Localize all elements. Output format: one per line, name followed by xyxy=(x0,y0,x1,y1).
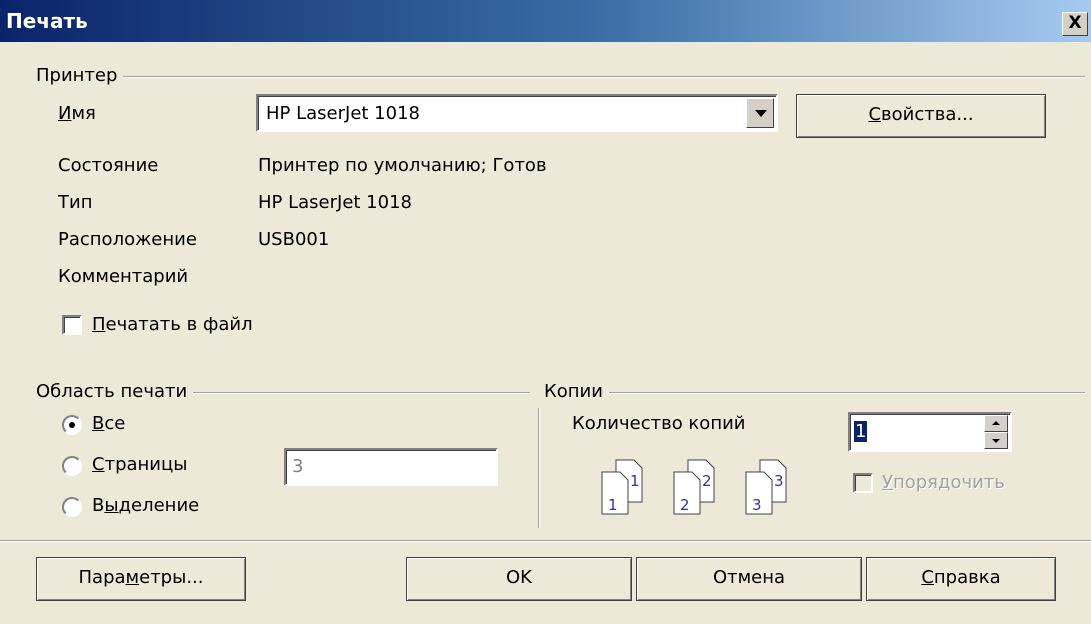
range-pages-accel: С xyxy=(92,454,105,475)
properties-button[interactable]: Свойства... xyxy=(796,94,1046,138)
collate-page-number: 2 xyxy=(680,496,690,514)
cancel-button[interactable]: Отмена xyxy=(636,557,862,601)
options-accel: м xyxy=(125,567,140,588)
buttons-separator xyxy=(0,540,1091,542)
copies-group-frame xyxy=(548,392,1085,394)
collate-stacks: 11 22 33 xyxy=(601,459,787,515)
comment-label: Комментарий xyxy=(58,266,189,287)
printer-name-label-rest: мя xyxy=(71,103,96,124)
collate-accel: У xyxy=(882,472,893,493)
chevron-down-icon[interactable] xyxy=(746,98,774,128)
properties-rest: войства... xyxy=(881,104,974,125)
print-to-file-rest: ечатать в файл xyxy=(105,314,253,335)
print-to-file-accel: П xyxy=(92,314,106,335)
copies-count-label: Количество копий xyxy=(572,413,746,434)
help-rest: правка xyxy=(933,567,1001,588)
range-pages-label[interactable]: Страницы xyxy=(92,454,187,476)
range-selection-label[interactable]: Выделение xyxy=(92,495,199,517)
collate-page-number: 1 xyxy=(630,472,640,490)
copies-count-spinbox[interactable]: 1 xyxy=(848,412,1012,452)
window-title: Печать xyxy=(6,9,88,33)
arrow-down-icon[interactable] xyxy=(984,432,1008,449)
print-range-group-label: Область печати xyxy=(34,381,194,403)
collate-page-number: 3 xyxy=(774,472,784,490)
range-selection-rest: деление xyxy=(118,495,200,516)
collate-page-number: 2 xyxy=(702,472,712,490)
range-all-radio[interactable] xyxy=(62,415,82,435)
collate-label[interactable]: Упорядочить xyxy=(882,472,1005,494)
options-button[interactable]: Параметры... xyxy=(36,557,246,601)
close-button[interactable]: X xyxy=(1062,12,1088,36)
collate-rest: порядочить xyxy=(892,472,1005,493)
printer-name-label-accel: И xyxy=(58,103,72,124)
status-label: Состояние xyxy=(58,155,159,176)
printer-group-frame xyxy=(40,76,1085,78)
printer-name-value: HP LaserJet 1018 xyxy=(266,103,420,124)
collate-checkbox[interactable] xyxy=(853,473,873,493)
copies-count-value: 1 xyxy=(854,421,868,442)
range-all-rest: се xyxy=(104,413,126,434)
type-label: Тип xyxy=(58,192,93,213)
range-pages-rest: траницы xyxy=(104,454,188,475)
properties-accel: С xyxy=(868,104,882,125)
printer-name-combobox[interactable]: HP LaserJet 1018 xyxy=(256,94,778,132)
type-value: HP LaserJet 1018 xyxy=(258,192,412,213)
location-value: USB001 xyxy=(258,229,330,250)
status-value: Принтер по умолчанию; Готов xyxy=(258,155,547,176)
range-pages-radio[interactable] xyxy=(62,456,82,476)
printer-group-label: Принтер xyxy=(34,65,124,87)
help-accel: С xyxy=(921,567,934,588)
copies-count-value-wrap: 1 xyxy=(854,421,868,443)
print-to-file-checkbox[interactable] xyxy=(62,315,82,335)
range-selection-accel: ы xyxy=(104,495,119,516)
pages-input-value: 3 xyxy=(292,456,304,477)
collated-pages-icon: 11 22 33 xyxy=(601,459,787,515)
location-label: Расположение xyxy=(58,229,197,250)
options-pre: Пара xyxy=(78,567,126,588)
collate-page-number: 3 xyxy=(752,496,762,514)
copies-group-label: Копии xyxy=(542,381,609,403)
copies-group-separator xyxy=(538,408,540,528)
range-selection-pre: В xyxy=(92,495,105,516)
help-button[interactable]: Справка xyxy=(866,557,1056,601)
title-bar[interactable]: Печать xyxy=(0,0,1091,42)
range-selection-radio[interactable] xyxy=(62,497,82,517)
options-rest: етры... xyxy=(139,567,204,588)
collate-page-number: 1 xyxy=(608,496,618,514)
printer-name-label: Имя xyxy=(58,103,96,125)
ok-button[interactable]: OK xyxy=(406,557,632,601)
pages-input[interactable]: 3 xyxy=(284,448,498,486)
close-icon: X xyxy=(1068,13,1082,33)
arrow-up-icon[interactable] xyxy=(984,415,1008,432)
range-all-accel: В xyxy=(92,413,105,434)
print-to-file-label[interactable]: Печатать в файл xyxy=(92,314,253,336)
range-all-label[interactable]: Все xyxy=(92,413,125,435)
